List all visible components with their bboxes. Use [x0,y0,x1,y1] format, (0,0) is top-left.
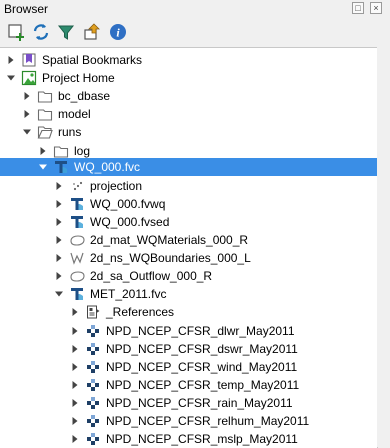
tree-item-label: Project Home [42,71,115,85]
folder-icon [37,109,53,121]
tree-item-label: model [58,107,91,121]
tree-row[interactable]: 2d_sa_Outflow_000_R [0,267,377,285]
tree-row[interactable]: NPD_NCEP_CFSR_rain_May2011 [0,394,377,412]
folder-open-icon [37,126,53,139]
tree-row[interactable]: Spatial Bookmarks [0,51,377,69]
collapsed-arrow-icon[interactable] [70,362,80,372]
tree-row[interactable]: projection [0,177,377,195]
collapsed-arrow-icon[interactable] [54,253,64,263]
collapsed-arrow-icon[interactable] [70,434,80,444]
refresh-icon[interactable] [31,22,51,42]
raster-icon [87,361,99,373]
collapsed-arrow-icon[interactable] [70,307,80,317]
info-icon[interactable]: i [108,22,128,42]
browser-toolbar: i [0,18,390,46]
tree-row[interactable]: runs [0,123,377,141]
collapsed-arrow-icon[interactable] [54,181,64,191]
tree-item-label: NPD_NCEP_CFSR_dswr_May2011 [106,342,298,356]
collapsed-arrow-icon[interactable] [70,380,80,390]
collapsed-arrow-icon[interactable] [70,344,80,354]
project-home-icon [21,70,37,86]
float-icon[interactable]: □ [352,2,364,14]
expanded-arrow-icon[interactable] [6,73,16,83]
raster-icon [87,415,99,427]
fvc-icon [55,161,67,173]
tree-row[interactable]: NPD_NCEP_CFSR_mslp_May2011 [0,430,377,448]
tree-row[interactable]: _References [0,303,377,321]
add-layer-icon[interactable] [6,22,26,42]
tree-row[interactable]: model [0,105,377,123]
tree-row[interactable]: NPD_NCEP_CFSR_dswr_May2011 [0,340,377,358]
tree-item-label: bc_dbase [58,89,111,103]
fvc-icon [71,288,83,300]
folder-icon [53,146,69,158]
tree-item-label: WQ_000.fvwq [90,197,166,211]
tree-item-label: NPD_NCEP_CFSR_dlwr_May2011 [106,324,295,338]
expanded-arrow-icon[interactable] [22,127,32,137]
collapsed-arrow-icon[interactable] [70,326,80,336]
raster-icon [87,379,99,391]
tree-row[interactable]: WQ_000.fvc [0,158,377,176]
references-icon [87,305,100,319]
tree-item-label: 2d_mat_WQMaterials_000_R [90,233,249,247]
vertical-scrollbar[interactable] [377,47,390,447]
bookmark-icon [22,53,36,67]
polygon-icon [70,271,85,282]
browser-tree[interactable]: Spatial Bookmarks Project Home bc_dbasemod… [0,47,378,448]
line-icon [70,252,84,265]
tree-row[interactable]: MET_2011.fvc [0,285,377,303]
tree-item-label: WQ_000.fvsed [90,215,170,229]
tree-item-label: NPD_NCEP_CFSR_rain_May2011 [106,396,293,410]
panel-title: Browser [4,2,49,16]
tree-row[interactable]: NPD_NCEP_CFSR_relhum_May2011 [0,412,377,430]
collapse-icon[interactable] [82,22,102,42]
raster-icon [87,397,99,409]
tree-row[interactable]: NPD_NCEP_CFSR_dlwr_May2011 [0,322,377,340]
tree-item-label: Spatial Bookmarks [42,53,143,67]
raster-icon [87,343,99,355]
raster-icon [87,325,99,337]
tree-item-label: NPD_NCEP_CFSR_mslp_May2011 [106,432,298,446]
collapsed-arrow-icon[interactable] [70,416,80,426]
collapsed-arrow-icon[interactable] [38,146,48,156]
tree-row[interactable]: WQ_000.fvwq [0,195,377,213]
close-icon[interactable]: × [370,2,382,14]
expanded-arrow-icon[interactable] [54,289,64,299]
tree-item-label: _References [106,305,175,319]
collapsed-arrow-icon[interactable] [6,55,16,65]
tree-item-label: MET_2011.fvc [90,287,167,301]
collapsed-arrow-icon[interactable] [54,235,64,245]
points-icon [73,181,83,191]
tree-item-label: NPD_NCEP_CFSR_temp_May2011 [106,378,300,392]
polygon-icon [70,235,85,246]
tree-row[interactable]: Project Home [0,69,377,87]
collapsed-arrow-icon[interactable] [54,199,64,209]
tree-item-label: 2d_sa_Outflow_000_R [90,269,213,283]
tree-item-label: NPD_NCEP_CFSR_wind_May2011 [106,360,298,374]
filter-icon[interactable] [56,22,76,42]
fvc-icon [71,216,83,228]
collapsed-arrow-icon[interactable] [54,217,64,227]
collapsed-arrow-icon[interactable] [22,91,32,101]
collapsed-arrow-icon[interactable] [22,109,32,119]
tree-item-label: projection [90,179,143,193]
tree-item-label: WQ_000.fvc [74,160,141,174]
panel-titlebar: Browser □ × [0,0,390,18]
folder-icon [37,91,53,103]
collapsed-arrow-icon[interactable] [54,271,64,281]
tree-row[interactable]: WQ_000.fvsed [0,213,377,231]
tree-row[interactable]: NPD_NCEP_CFSR_wind_May2011 [0,358,377,376]
tree-row[interactable]: 2d_ns_WQBoundaries_000_L [0,249,377,267]
expanded-arrow-icon[interactable] [38,162,48,172]
raster-icon [87,433,99,445]
tree-item-label: 2d_ns_WQBoundaries_000_L [90,251,251,265]
tree-row[interactable]: NPD_NCEP_CFSR_temp_May2011 [0,376,377,394]
tree-row[interactable]: bc_dbase [0,87,377,105]
tree-row[interactable]: 2d_mat_WQMaterials_000_R [0,231,377,249]
tree-item-label: log [74,144,91,158]
fvc-icon [71,198,83,210]
tree-item-label: NPD_NCEP_CFSR_relhum_May2011 [106,414,310,428]
tree-item-label: runs [58,125,82,139]
collapsed-arrow-icon[interactable] [70,398,80,408]
